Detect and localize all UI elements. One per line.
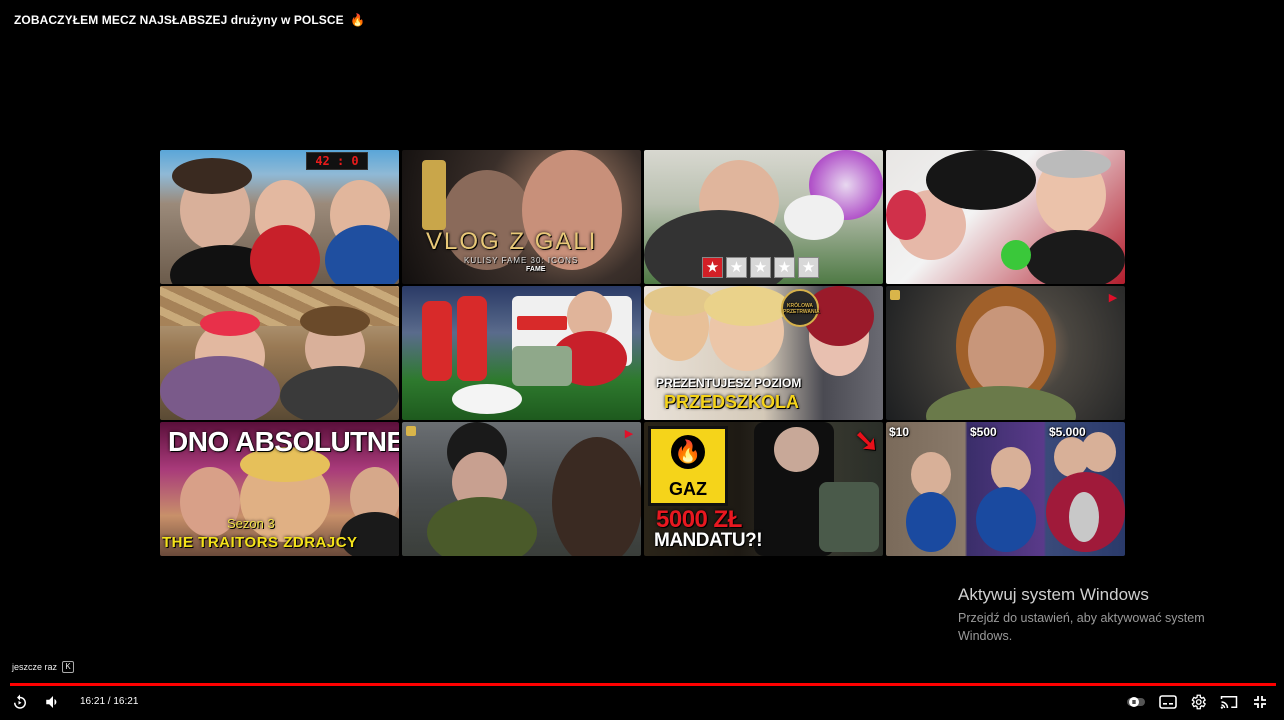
channel-badge-icon xyxy=(406,426,416,436)
thumb-subtitle: KULISY FAME 30: ICONS xyxy=(464,256,579,265)
price-tag-3: $5.000 xyxy=(1049,425,1086,439)
cast-icon xyxy=(1219,692,1239,712)
end-screen-video-8[interactable]: ▶ xyxy=(886,286,1125,420)
exit-fullscreen-icon xyxy=(1250,692,1270,712)
arrow-down-icon: ➘ xyxy=(854,425,880,458)
cast-button[interactable] xyxy=(1219,692,1239,712)
badge-text: KRÓLOWA PRZETRWANIA xyxy=(783,303,820,315)
channel-badge-icon xyxy=(890,290,900,300)
end-screen-video-10[interactable]: ▶ xyxy=(402,422,641,556)
settings-icon xyxy=(1188,692,1208,712)
end-screen-video-4[interactable] xyxy=(886,150,1125,284)
end-screen-video-3[interactable]: ★ ★ ★ ★ ★ xyxy=(644,150,883,284)
autoplay-toggle[interactable] xyxy=(1126,692,1146,712)
autoplay-toggle-icon xyxy=(1126,692,1146,712)
video-title: ZOBACZYŁEM MECZ NAJSŁABSZEJ drużyny w PO… xyxy=(14,13,365,27)
replay-icon xyxy=(10,692,30,712)
end-screen-video-11[interactable]: 🔥 GAZ ➘ 5000 ZŁ MANDATU?! xyxy=(644,422,883,556)
price-tag-2: $500 xyxy=(970,425,997,439)
star-empty-icon: ★ xyxy=(798,257,819,278)
time-display: 16:21 / 16:21 xyxy=(80,696,139,707)
activation-line-1: Przejdź do ustawień, aby aktywować syste… xyxy=(958,611,1205,625)
settings-button[interactable] xyxy=(1188,692,1208,712)
fame-logo: FAME xyxy=(526,266,546,273)
end-screen-video-2[interactable]: VLOG Z GALI KULISY FAME 30: ICONS FAME xyxy=(402,150,641,284)
replay-hint-label: jeszcze raz xyxy=(12,662,58,672)
volume-button[interactable] xyxy=(43,692,63,712)
star-empty-icon: ★ xyxy=(750,257,771,278)
end-screen-grid: 42 : 0 VLOG Z GALI KULISY FAME 30: ICONS… xyxy=(160,150,1125,556)
gas-warning-sign: 🔥 GAZ xyxy=(648,426,728,506)
thumb-title-2: PRZEDSZKOLA xyxy=(664,392,799,412)
scoreboard-text: 42 : 0 xyxy=(306,152,368,170)
end-screen-video-7[interactable]: KRÓLOWA PRZETRWANIA PREZENTUJESZ POZIOM … xyxy=(644,286,883,420)
activation-heading: Aktywuj system Windows xyxy=(958,585,1149,604)
subtitles-icon xyxy=(1158,692,1178,712)
star-empty-icon: ★ xyxy=(726,257,747,278)
end-screen-video-5[interactable] xyxy=(160,286,399,420)
rating-stars: ★ ★ ★ ★ ★ xyxy=(702,257,819,278)
star-filled-icon: ★ xyxy=(702,257,723,278)
flame-icon: 🔥 xyxy=(671,435,705,469)
progress-bar[interactable] xyxy=(10,683,1276,686)
end-screen-video-12[interactable]: $10 $500 $5.000 xyxy=(886,422,1125,556)
channel-logo-icon: ▶ xyxy=(1108,292,1118,304)
thumb-title-2: THE TRAITORS ZDRAJCY xyxy=(162,534,358,551)
channel-logo-icon: ▶ xyxy=(624,428,634,440)
activation-line-2: Windows. xyxy=(958,629,1013,643)
subtitles-button[interactable] xyxy=(1158,692,1178,712)
replay-hint: jeszcze raz K xyxy=(12,661,75,673)
exit-fullscreen-button[interactable] xyxy=(1250,692,1270,712)
star-empty-icon: ★ xyxy=(774,257,795,278)
end-screen-video-9[interactable]: DNO ABSOLUTNE! Sezon 3 THE TRAITORS ZDRA… xyxy=(160,422,399,556)
volume-icon xyxy=(43,692,63,712)
gas-sign-label: GAZ xyxy=(669,479,707,499)
keyboard-shortcut-key: K xyxy=(62,661,75,673)
thumb-title: VLOG Z GALI xyxy=(426,228,598,255)
thumb-title: DNO ABSOLUTNE! xyxy=(168,426,399,457)
thumb-title: PREZENTUJESZ POZIOM xyxy=(656,376,802,390)
end-screen-video-6[interactable] xyxy=(402,286,641,420)
price-tag-1: $10 xyxy=(889,425,910,439)
windows-activation-watermark: Aktywuj system Windows Przejdź do ustawi… xyxy=(958,585,1258,645)
video-title-text: ZOBACZYŁEM MECZ NAJSŁABSZEJ drużyny w PO… xyxy=(14,13,344,27)
replay-button[interactable] xyxy=(10,692,30,712)
thumb-title-2: MANDATU?! xyxy=(654,530,763,551)
fire-icon: 🔥 xyxy=(350,13,366,27)
thumb-subtitle: Sezon 3 xyxy=(227,516,275,531)
end-screen-video-1[interactable]: 42 : 0 xyxy=(160,150,399,284)
